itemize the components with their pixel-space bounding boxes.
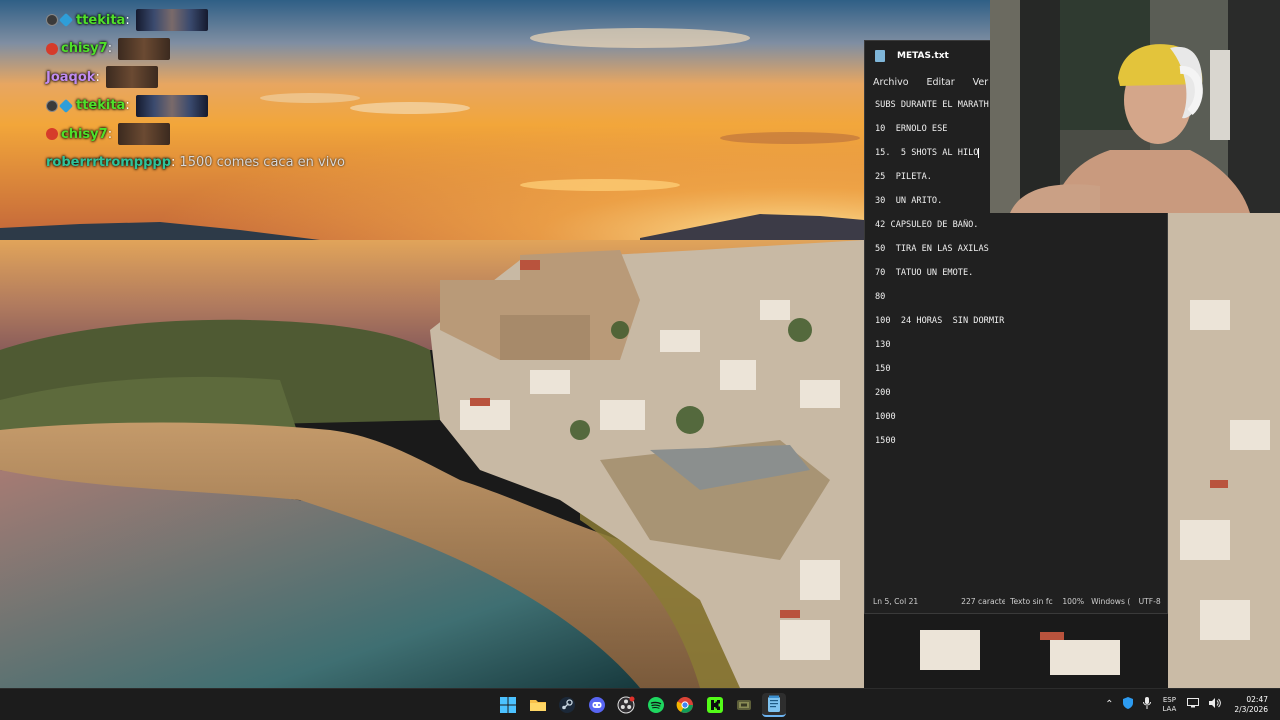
status-line-ending[interactable]: Windows (: [1086, 597, 1133, 606]
notepad-tab-title[interactable]: METAS.txt: [897, 51, 949, 61]
chat-separator: :: [107, 41, 113, 57]
text-line: 50 TIRA EN LAS AXILAS: [875, 244, 989, 254]
kick-icon[interactable]: [703, 693, 727, 717]
spotify-icon[interactable]: [644, 693, 668, 717]
language-layout: LAA: [1162, 704, 1177, 713]
chat-message: ttekita :: [46, 92, 446, 121]
chat-separator: :: [107, 126, 113, 142]
game-launcher-icon[interactable]: [732, 693, 756, 717]
chat-emote-image: [105, 66, 158, 89]
speaker-volume-icon[interactable]: [1209, 698, 1222, 711]
menu-file[interactable]: Archivo: [873, 77, 909, 88]
notepad-app-icon: [875, 50, 885, 62]
text-line: 70 TATUO UN EMOTE.: [875, 268, 974, 278]
chat-username: Joaqok: [46, 69, 96, 85]
text-line: 130: [875, 340, 891, 350]
defender-shield-icon[interactable]: [1123, 697, 1134, 712]
steam-icon[interactable]: [555, 693, 579, 717]
chevron-up-icon[interactable]: ⌃: [1105, 699, 1113, 710]
chat-username: chisy7: [61, 41, 108, 57]
discord-icon[interactable]: [585, 693, 609, 717]
menu-edit[interactable]: Editar: [927, 77, 955, 88]
moderator-badge-icon: [46, 14, 58, 27]
subscriber-badge-icon: [46, 42, 58, 55]
text-line: 200: [875, 388, 891, 398]
chrome-icon[interactable]: [673, 693, 697, 717]
chat-message: ttekita :: [46, 6, 446, 35]
network-monitor-icon[interactable]: [1187, 698, 1200, 711]
status-cursor-position: Ln 5, Col 21: [873, 596, 919, 606]
windows-start-icon[interactable]: [496, 693, 520, 717]
chat-message: chisy7 :: [46, 35, 446, 64]
text-line: 1500: [875, 436, 896, 446]
chat-separator: :: [171, 155, 176, 171]
chat-username: chisy7: [61, 126, 108, 142]
chat-message: roberrrtrompppp : 1500 comes caca en viv…: [46, 149, 446, 178]
chat-message-text: 1500 comes caca en vivo: [179, 155, 345, 171]
system-clock[interactable]: 02:47 2/3/2026: [1234, 695, 1268, 715]
chat-username: ttekita: [76, 12, 126, 28]
status-format[interactable]: Texto sin fc: [1005, 597, 1057, 606]
notepad-statusbar: Ln 5, Col 21 227 caracter Texto sin fc 1…: [865, 589, 1167, 613]
moderator-badge-icon: [46, 99, 58, 112]
text-line: 150: [875, 364, 891, 374]
status-char-count: 227 caracter: [961, 596, 1006, 606]
webcam-overlay: [990, 0, 1280, 213]
input-language-indicator[interactable]: ESP LAA: [1162, 696, 1176, 714]
microphone-icon[interactable]: [1143, 697, 1152, 712]
chat-separator: :: [125, 98, 130, 114]
notepad-taskbar-icon[interactable]: [761, 693, 786, 717]
text-line-content: 15. 5 SHOTS AL HILO: [875, 148, 979, 158]
taskbar: ⌃ ESP LAA 02:47 2/3/2026: [0, 688, 1280, 720]
prime-badge-icon: [58, 98, 74, 113]
text-caret: [978, 147, 980, 158]
language-code: ESP: [1162, 695, 1176, 704]
system-tray: ⌃ ESP LAA 02:47 2/3/2026: [1100, 689, 1280, 720]
obs-studio-icon[interactable]: [614, 693, 638, 717]
chat-username: roberrrtrompppp: [46, 155, 172, 171]
status-zoom[interactable]: 100%: [1057, 597, 1086, 606]
chat-emote-image: [135, 9, 208, 32]
prime-badge-icon: [58, 13, 74, 28]
chat-separator: :: [95, 69, 100, 85]
clock-date: 2/3/2026: [1234, 704, 1268, 714]
chat-message: Joaqok :: [46, 63, 446, 92]
chat-emote-image: [118, 123, 171, 146]
text-line: 1000: [875, 412, 896, 422]
chat-emote-image: [118, 37, 171, 60]
text-line: 42 CAPSULEO DE BAÑO.: [875, 220, 979, 230]
subscriber-badge-icon: [46, 128, 58, 141]
chat-username: ttekita: [76, 98, 126, 114]
text-line: 100 24 HORAS SIN DORMIR: [875, 316, 1005, 326]
file-explorer-icon[interactable]: [526, 693, 550, 717]
stream-chat-overlay: ttekita : chisy7 : Joaqok : ttekita : ch…: [46, 6, 446, 177]
text-line: 80: [875, 292, 886, 302]
taskbar-apps: [496, 693, 791, 717]
clock-time: 02:47: [1246, 694, 1268, 704]
chat-separator: :: [125, 12, 130, 28]
menu-view[interactable]: Ver: [973, 77, 989, 88]
status-encoding[interactable]: UTF-8: [1134, 597, 1167, 606]
chat-emote-image: [135, 94, 208, 117]
chat-message: chisy7 :: [46, 120, 446, 149]
